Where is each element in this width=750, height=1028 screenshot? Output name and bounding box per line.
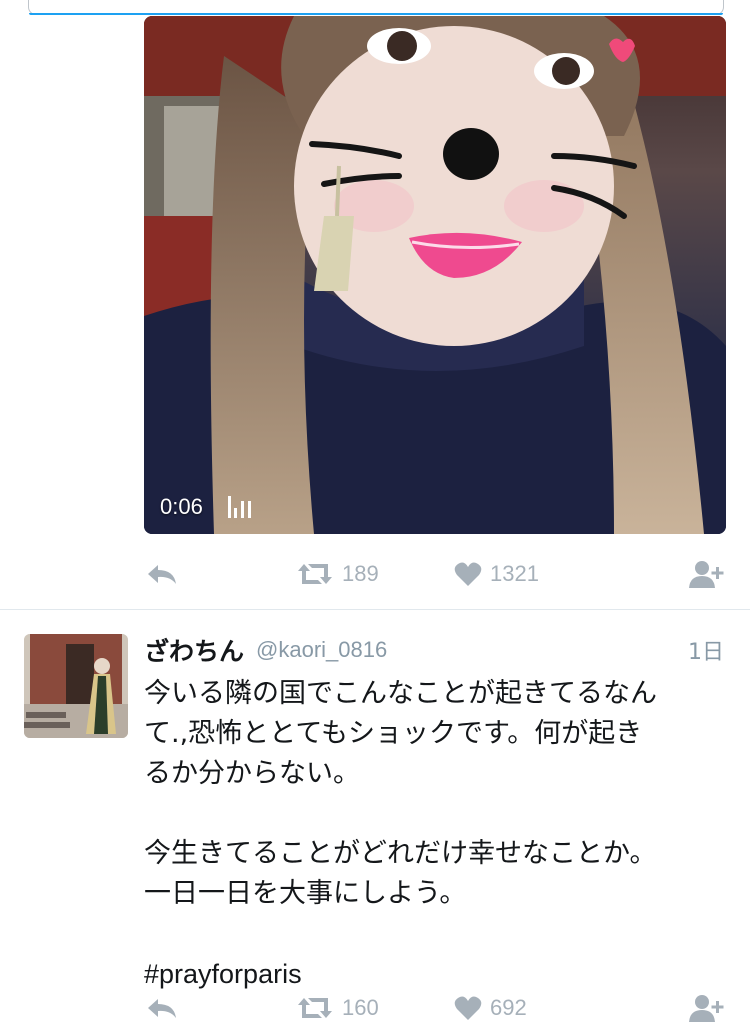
follow-button[interactable]: [688, 554, 726, 594]
retweet-button[interactable]: 189: [296, 554, 379, 594]
tweet-actions: 189 1321: [144, 554, 730, 594]
volume-bars-icon[interactable]: [228, 496, 254, 518]
like-button[interactable]: 692: [454, 988, 527, 1028]
avatar[interactable]: [24, 634, 128, 738]
tweet-text: 今いる隣の国でこんなことが起きてるなん て.,恐怖ととてもショックです。何が起き…: [144, 674, 729, 994]
tweet-line: 一日一日を大事にしよう。: [144, 878, 467, 909]
tweet-divider: [0, 609, 750, 610]
reply-button[interactable]: [146, 988, 178, 1028]
follow-icon: [689, 561, 724, 588]
like-icon: [454, 996, 482, 1020]
follow-icon: [689, 995, 724, 1022]
user-handle[interactable]: @kaori_0816: [256, 637, 387, 663]
avatar-photo: [24, 634, 128, 738]
tweet-line: て.,恐怖ととてもショックです。何が起き: [144, 718, 643, 749]
tweet-actions: 160 692: [144, 988, 730, 1028]
tweet-header: ざわちん @kaori_0816 1日: [144, 630, 724, 670]
previous-card-edge: [28, 0, 724, 15]
video-duration: 0:06: [160, 494, 203, 519]
tweet-timestamp[interactable]: 1日: [688, 634, 724, 666]
follow-button[interactable]: [688, 988, 726, 1028]
like-button[interactable]: 1321: [454, 554, 539, 594]
retweet-count: 160: [342, 995, 379, 1020]
retweet-count: 189: [342, 561, 379, 586]
like-count: 692: [490, 995, 527, 1020]
tweet-line: るか分からない。: [144, 758, 360, 789]
video-player[interactable]: 0:06: [144, 16, 726, 534]
like-count: 1321: [490, 561, 539, 586]
retweet-icon: [298, 998, 332, 1018]
tweet-line: 今生きてることがどれだけ幸せなことか。: [144, 838, 657, 869]
retweet-button[interactable]: 160: [296, 988, 379, 1028]
like-icon: [454, 562, 482, 586]
reply-icon: [148, 565, 176, 584]
retweet-icon: [298, 564, 332, 584]
tweet-line: 今いる隣の国でこんなことが起きてるなん: [144, 678, 657, 709]
reply-icon: [148, 999, 176, 1018]
reply-button[interactable]: [146, 554, 178, 594]
display-name[interactable]: ざわちん: [144, 632, 244, 668]
video-frame: [144, 16, 726, 534]
